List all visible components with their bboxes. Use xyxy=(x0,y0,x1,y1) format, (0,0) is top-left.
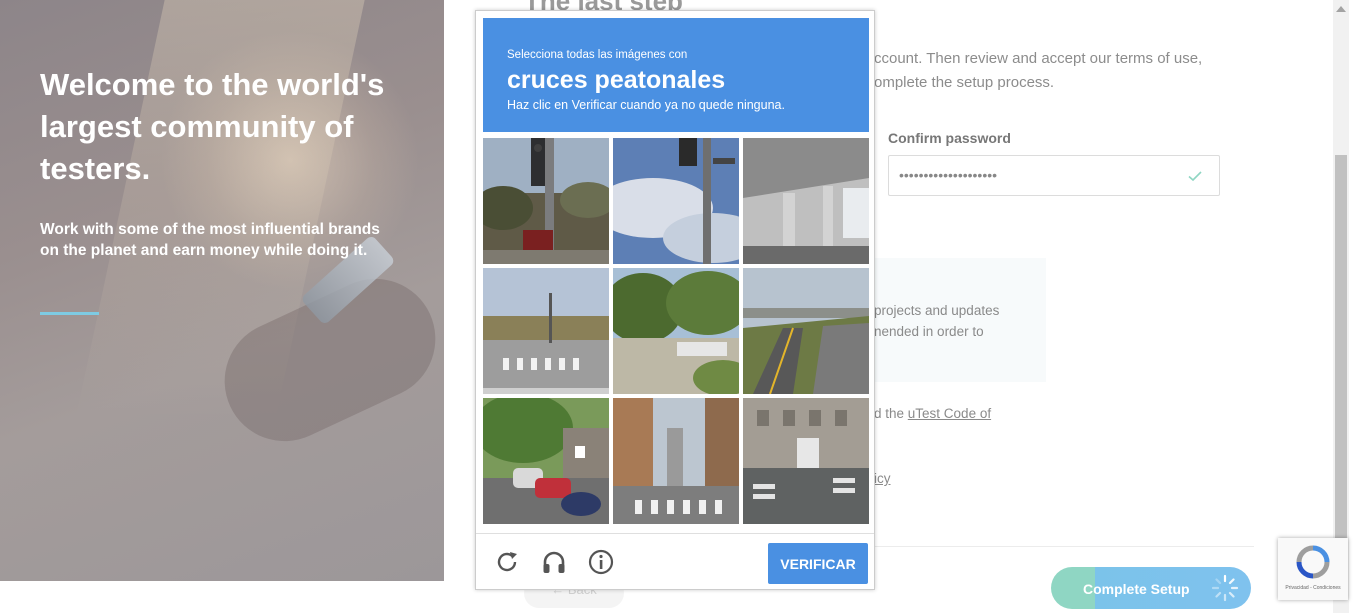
captcha-hint: Haz clic en Verificar cuando ya no quede… xyxy=(507,98,785,112)
scroll-up-arrow-icon[interactable] xyxy=(1336,6,1346,12)
crosswalk-intersection-image xyxy=(483,268,609,394)
highway-image xyxy=(743,268,869,394)
captcha-tile-1[interactable] xyxy=(483,138,609,264)
captcha-tile-5[interactable] xyxy=(613,268,739,394)
captcha-tile-2[interactable] xyxy=(613,138,739,264)
hero-subtitle: Work with some of the most influential b… xyxy=(40,221,380,259)
privacy-policy-link[interactable]: icy xyxy=(874,471,891,486)
hero-title: Welcome to the world's largest community… xyxy=(40,67,385,186)
form-divider xyxy=(874,546,1254,547)
captcha-footer: VERIFICAR xyxy=(476,533,874,590)
street-cars-motorbike-image xyxy=(483,398,609,524)
loading-spinner-icon xyxy=(1211,574,1239,602)
captcha-target: cruces peatonales xyxy=(507,66,726,94)
page-scrollbar[interactable] xyxy=(1333,0,1349,613)
hero-accent-line xyxy=(40,312,99,315)
traffic-light-pole-image xyxy=(483,138,609,264)
scrollbar-thumb[interactable] xyxy=(1335,155,1347,540)
code-of-conduct-line: d the uTest Code of xyxy=(874,406,991,421)
recaptcha-terms[interactable]: Privacidad - Condiciones xyxy=(1280,585,1346,591)
complete-setup-button[interactable]: Complete Setup xyxy=(1051,567,1251,609)
captcha-header: Selecciona todas las imágenes con cruces… xyxy=(483,18,869,132)
newsletter-text: projects and updates nended in order to xyxy=(874,303,1000,339)
confirm-password-value: •••••••••••••••••••• xyxy=(899,167,998,183)
confirm-password-field[interactable]: •••••••••••••••••••• xyxy=(888,155,1220,196)
captcha-tile-3[interactable] xyxy=(743,138,869,264)
code-of-conduct-link[interactable]: uTest Code of xyxy=(908,406,991,421)
captcha-dialog: Selecciona todas las imágenes con cruces… xyxy=(475,10,875,590)
reload-icon[interactable] xyxy=(493,548,521,576)
info-icon[interactable] xyxy=(587,548,615,576)
verify-button[interactable]: VERIFICAR xyxy=(768,543,868,584)
recaptcha-logo-icon xyxy=(1296,545,1330,579)
complete-setup-label: Complete Setup xyxy=(1083,581,1190,597)
captcha-tile-4[interactable] xyxy=(483,268,609,394)
overpass-image xyxy=(743,138,869,264)
building-crosswalk-image xyxy=(743,398,869,524)
trees-parking-image xyxy=(613,268,739,394)
captcha-tile-8[interactable] xyxy=(613,398,739,524)
audio-headphones-icon[interactable] xyxy=(540,548,568,576)
captcha-instruction: Selecciona todas las imágenes con xyxy=(507,49,688,61)
hero-panel: Welcome to the world's largest community… xyxy=(0,0,444,581)
intro-text: ccount. Then review and accept our terms… xyxy=(874,50,1203,91)
captcha-tile-9[interactable] xyxy=(743,398,869,524)
confirm-password-label: Confirm password xyxy=(888,130,1011,146)
recaptcha-badge[interactable]: Privacidad - Condiciones xyxy=(1278,538,1348,600)
checkmark-icon xyxy=(1188,171,1202,182)
traffic-light-sky-image xyxy=(613,138,739,264)
city-crosswalk-image xyxy=(613,398,739,524)
captcha-tile-7[interactable] xyxy=(483,398,609,524)
captcha-tile-6[interactable] xyxy=(743,268,869,394)
code-of-conduct-prefix: d the xyxy=(874,406,908,421)
